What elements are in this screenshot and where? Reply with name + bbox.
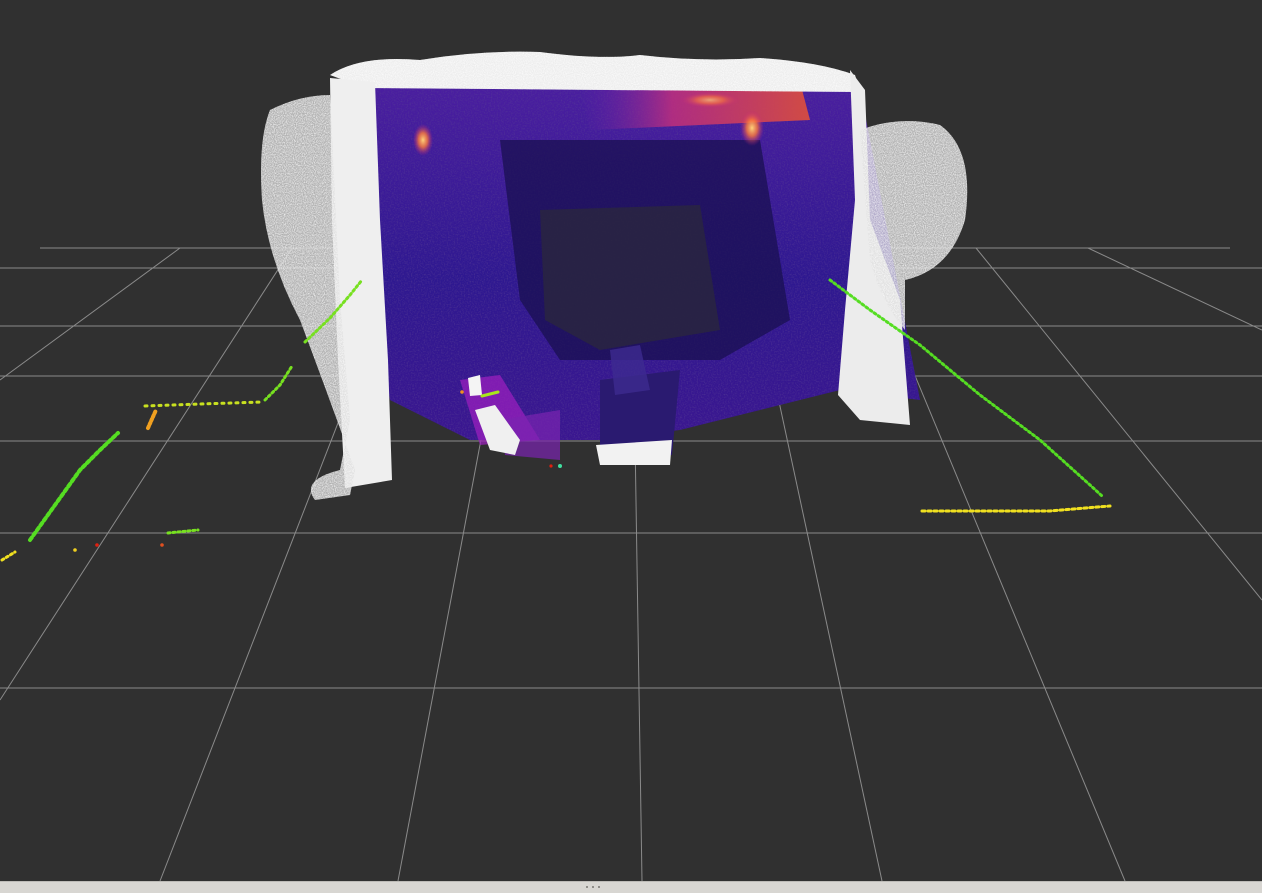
corridor-point-cloud	[365, 80, 920, 460]
grip-dots-icon[interactable]	[586, 885, 600, 889]
resize-handle-bar[interactable]	[0, 881, 1262, 893]
3d-render-viewport[interactable]	[0, 0, 1262, 881]
point-cloud-scene[interactable]	[0, 0, 1262, 881]
